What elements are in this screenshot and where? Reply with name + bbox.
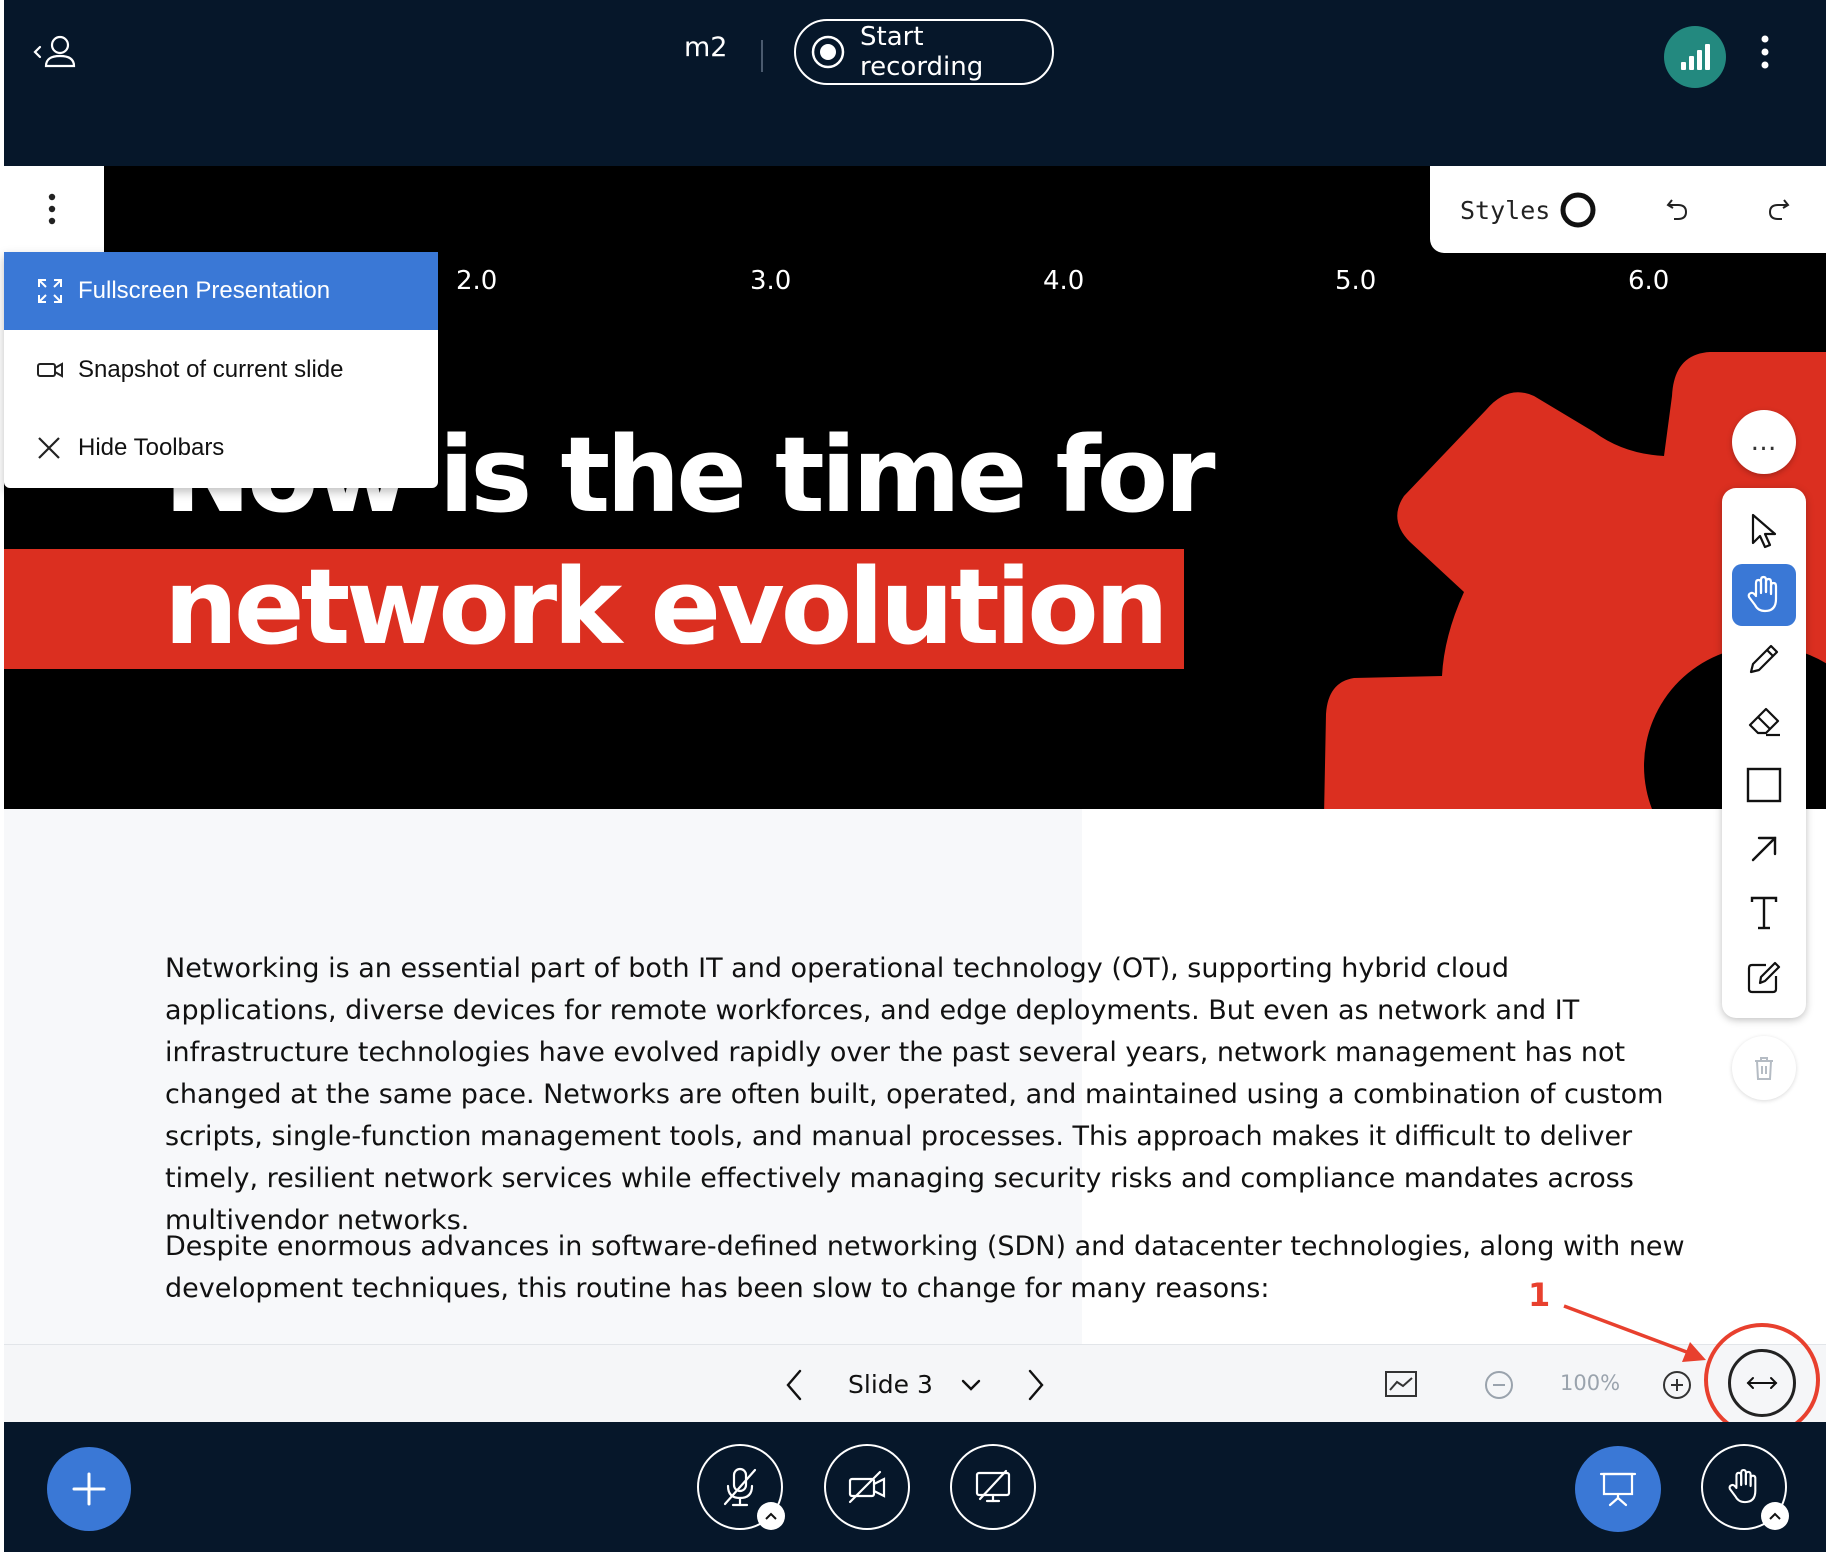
menu-item-label: Hide Toolbars (78, 434, 225, 461)
reactions-chevron-icon[interactable] (1761, 1502, 1789, 1530)
zoom-out-icon[interactable] (1484, 1370, 1514, 1400)
presentation-options-tab[interactable] (4, 166, 104, 252)
pan-hand-icon[interactable] (1732, 564, 1796, 626)
ruler-label: 5.0 (1335, 266, 1377, 296)
user-list-toggle-icon[interactable] (32, 32, 82, 72)
screenshare-off-icon (974, 1469, 1012, 1505)
styles-button[interactable]: Styles (1460, 196, 1550, 225)
connection-status-button[interactable] (1664, 26, 1726, 88)
menu-item-label: Fullscreen Presentation (78, 277, 331, 304)
connection-status-icon (1679, 42, 1711, 72)
trash-icon[interactable] (1732, 1036, 1796, 1100)
start-recording-button[interactable]: Start recording (794, 19, 1054, 85)
raise-hand-icon (1727, 1468, 1761, 1506)
zoom-level: 100% (1560, 1371, 1621, 1395)
eraser-icon[interactable] (1732, 690, 1796, 752)
multi-user-whiteboard-icon[interactable] (1384, 1370, 1418, 1400)
prev-slide-icon[interactable] (784, 1368, 804, 1402)
actions-plus-icon (71, 1471, 107, 1507)
mute-microphone-button[interactable] (697, 1444, 785, 1530)
menu-item-hide-toolbars[interactable]: Hide Toolbars (4, 409, 438, 487)
kebab-menu-icon[interactable] (1758, 34, 1772, 70)
whiteboard-style-panel: Styles (1430, 166, 1826, 253)
menu-item-label: Snapshot of current slide (78, 356, 344, 383)
more-tools-button[interactable]: … (1732, 410, 1796, 474)
fullscreen-icon (36, 277, 70, 305)
close-icon (36, 435, 70, 461)
menu-item-fullscreen[interactable]: Fullscreen Presentation (4, 252, 438, 330)
presentation-icon (1599, 1470, 1637, 1508)
audio-options-chevron-icon[interactable] (757, 1502, 785, 1530)
ruler-label: 6.0 (1628, 266, 1670, 296)
arrow-icon[interactable] (1732, 818, 1796, 880)
share-webcam-button[interactable] (824, 1444, 910, 1530)
redo-icon[interactable] (1764, 196, 1792, 224)
top-bar: m2 Start recording (4, 0, 1826, 166)
note-icon[interactable] (1732, 946, 1796, 1008)
text-icon[interactable] (1732, 882, 1796, 944)
camera-off-icon (847, 1470, 887, 1504)
annotation-highlight-circle (1704, 1323, 1820, 1437)
headline-line-2: network evolution (164, 546, 1169, 668)
ruler-label: 3.0 (750, 266, 792, 296)
next-slide-icon[interactable] (1026, 1368, 1046, 1402)
presentation-toggle-button[interactable] (1575, 1446, 1661, 1532)
whiteboard-toolbar (1722, 488, 1806, 1018)
raise-hand-button[interactable] (1701, 1444, 1789, 1530)
meeting-title: m2 (684, 32, 728, 63)
mic-muted-icon (721, 1466, 759, 1508)
select-icon[interactable] (1732, 500, 1796, 562)
record-icon (810, 34, 846, 70)
start-recording-label: Start recording (860, 22, 984, 82)
body-paragraph-2: Despite enormous advances in software-de… (165, 1231, 1685, 1304)
ruler-label: 2.0 (456, 266, 498, 296)
body-paragraph-1: Networking is an essential part of both … (165, 953, 1664, 1236)
camera-icon (36, 359, 70, 381)
options-kebab-icon[interactable] (47, 192, 57, 226)
bottom-control-bar (4, 1422, 1826, 1552)
slide-select-chevron-icon[interactable] (960, 1378, 982, 1392)
actions-button[interactable] (47, 1447, 131, 1531)
menu-item-snapshot[interactable]: Snapshot of current slide (4, 331, 438, 409)
pencil-icon[interactable] (1732, 628, 1796, 690)
title-divider (761, 40, 763, 72)
presentation-options-menu: Fullscreen Presentation Snapshot of curr… (4, 252, 438, 488)
ruler-label: 4.0 (1043, 266, 1085, 296)
zoom-in-icon[interactable] (1662, 1370, 1692, 1400)
undo-icon[interactable] (1664, 196, 1692, 224)
annotation-number: 1 (1528, 1276, 1551, 1314)
rectangle-icon[interactable] (1732, 754, 1796, 816)
slide-select[interactable]: Slide 3 (848, 1370, 933, 1399)
share-screen-button[interactable] (950, 1444, 1036, 1530)
annotation-arrow (1560, 1300, 1710, 1364)
stroke-style-icon[interactable] (1558, 190, 1598, 230)
